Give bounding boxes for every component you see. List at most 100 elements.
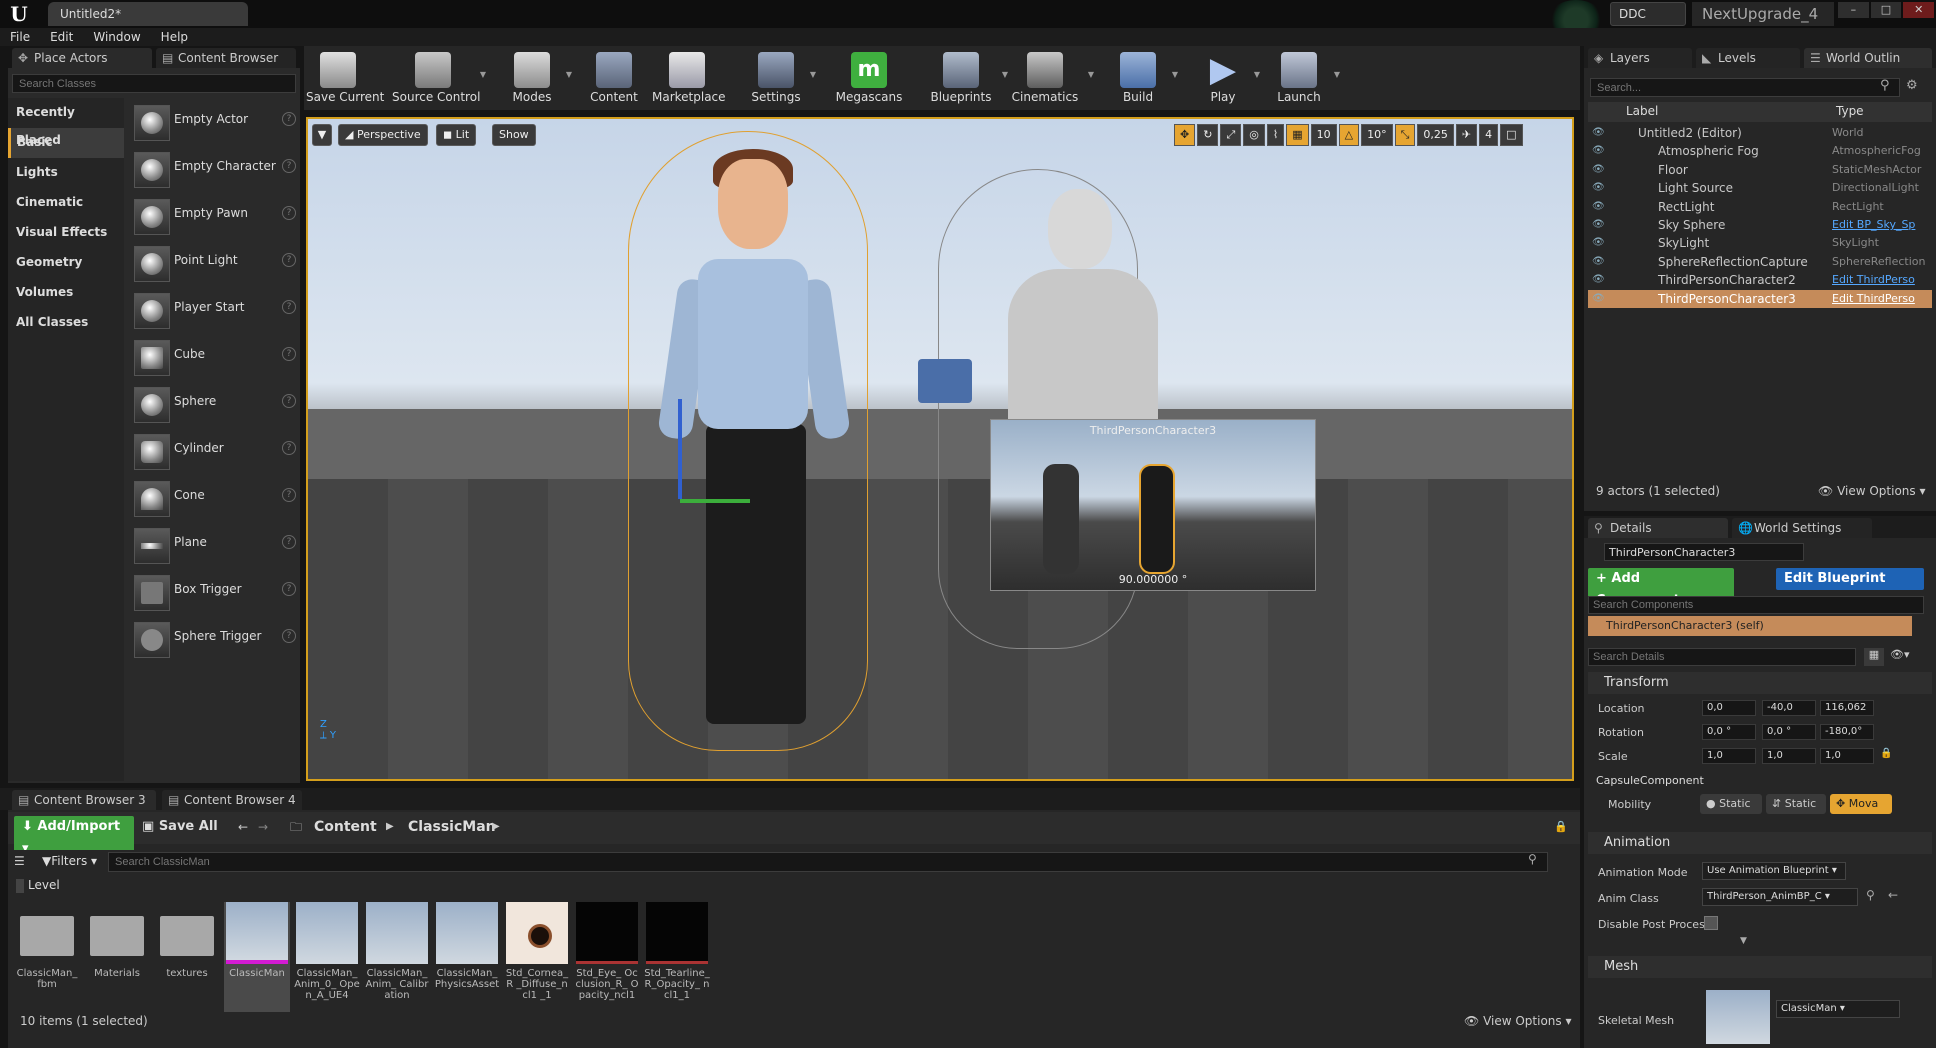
maximize-viewport-icon[interactable]: □: [1500, 124, 1523, 146]
mesh-section[interactable]: Mesh: [1588, 956, 1932, 978]
scale-snap-icon[interactable]: ⤡: [1394, 124, 1416, 146]
category-volumes[interactable]: Volumes: [8, 278, 124, 308]
asset-tile[interactable]: ClassicMan_ PhysicsAsset: [434, 902, 500, 1012]
visibility-eye-icon[interactable]: 👁: [1592, 290, 1605, 308]
actor-item[interactable]: Empty Pawn?: [124, 196, 300, 243]
camera-speed-value[interactable]: 4: [1479, 124, 1499, 146]
location-z[interactable]: 116,062: [1820, 700, 1874, 716]
settings-icon[interactable]: ⚙: [1906, 78, 1922, 97]
help-icon[interactable]: ?: [282, 394, 296, 408]
tab-world-outliner[interactable]: ☰ World Outlin: [1804, 48, 1932, 68]
dropdown-arrow-icon[interactable]: ▼: [810, 70, 816, 79]
dropdown-arrow-icon[interactable]: ▼: [1254, 70, 1260, 79]
tab-world-settings[interactable]: 🌐 World Settings: [1732, 518, 1872, 538]
help-icon[interactable]: ?: [282, 441, 296, 455]
visibility-eye-icon[interactable]: 👁: [1592, 179, 1605, 197]
world-local-icon[interactable]: ◎: [1243, 124, 1265, 146]
help-icon[interactable]: ?: [282, 159, 296, 173]
help-icon[interactable]: ?: [282, 629, 296, 643]
dropdown-arrow-icon[interactable]: ▼: [1334, 70, 1340, 79]
column-type[interactable]: Type: [1836, 104, 1864, 118]
visibility-eye-icon[interactable]: 👁: [1592, 124, 1605, 142]
camera-icon[interactable]: [918, 359, 972, 403]
actor-item[interactable]: Sphere?: [124, 384, 300, 431]
cinematics-button[interactable]: Cinematics ▼: [1008, 46, 1094, 110]
modes-button[interactable]: Modes ▼: [504, 46, 572, 110]
visibility-eye-icon[interactable]: 👁: [1592, 271, 1605, 289]
visibility-eye-icon[interactable]: 👁: [1592, 234, 1605, 252]
level-viewport[interactable]: ▼ ◢ Perspective ◼ Lit Show ✥ ↻ ⤢ ◎ ⌇ ▦ 1…: [306, 117, 1574, 781]
minimize-button[interactable]: –: [1838, 2, 1869, 18]
dropdown-arrow-icon[interactable]: ▼: [566, 70, 572, 79]
save-current-button[interactable]: Save Current: [306, 46, 384, 110]
skeletal-mesh-select[interactable]: ClassicMan ▾: [1776, 1000, 1900, 1018]
column-label[interactable]: Label: [1626, 104, 1658, 118]
browse-icon[interactable]: ⚲: [1866, 888, 1880, 906]
dropdown-arrow-icon[interactable]: ▼: [1088, 70, 1094, 79]
actor-item[interactable]: Box Trigger?: [124, 572, 300, 619]
translate-icon[interactable]: ✥: [1174, 124, 1196, 146]
mobility-stationary-button[interactable]: ⇵ Static: [1766, 794, 1826, 814]
category-cinematic[interactable]: Cinematic: [8, 188, 124, 218]
details-view-options-icon[interactable]: 👁▾: [1890, 648, 1920, 666]
outliner-row[interactable]: 👁 Sky Sphere Edit BP_Sky_Sp: [1588, 216, 1932, 234]
menu-window[interactable]: Window: [93, 28, 140, 46]
level-filter[interactable]: Level: [16, 878, 96, 898]
breadcrumb-classicman[interactable]: ClassicMan: [408, 816, 496, 838]
skeletal-mesh-thumbnail[interactable]: [1706, 990, 1770, 1044]
scale-x[interactable]: 1,0: [1702, 748, 1756, 764]
sources-toggle-icon[interactable]: ☰: [14, 854, 25, 868]
blueprints-button[interactable]: Blueprints ▼: [926, 46, 1008, 110]
grid-view-icon[interactable]: ▦: [1864, 648, 1884, 666]
close-button[interactable]: ✕: [1903, 2, 1935, 18]
forward-arrow-icon[interactable]: →: [258, 816, 274, 838]
mobility-static-button[interactable]: ● Static: [1700, 794, 1762, 814]
menu-edit[interactable]: Edit: [50, 28, 73, 46]
actor-item[interactable]: Empty Character?: [124, 149, 300, 196]
help-icon[interactable]: ?: [282, 347, 296, 361]
search-icon[interactable]: ⚲: [1880, 78, 1894, 97]
megascans-button[interactable]: m Megascans: [834, 46, 904, 110]
animation-mode-select[interactable]: Use Animation Blueprint ▾: [1702, 862, 1846, 880]
transform-section[interactable]: Transform: [1588, 672, 1932, 694]
asset-tile[interactable]: ClassicMan_ Anim_ Calibration: [364, 902, 430, 1012]
settings-button[interactable]: Settings ▼: [748, 46, 816, 110]
scale-z[interactable]: 1,0: [1820, 748, 1874, 764]
outliner-row[interactable]: 👁 RectLight RectLight: [1588, 198, 1932, 216]
rotation-snap-value[interactable]: 10°: [1361, 124, 1393, 146]
menu-file[interactable]: File: [10, 28, 30, 46]
actor-name-field[interactable]: ThirdPersonCharacter3: [1604, 543, 1804, 561]
edit-blueprint-link[interactable]: Edit ThirdPerso: [1832, 271, 1930, 289]
play-button[interactable]: ▶ Play ▼: [1198, 46, 1260, 110]
rotation-z[interactable]: -180,0°: [1820, 724, 1874, 740]
dropdown-arrow-icon[interactable]: ▼: [480, 70, 486, 79]
back-arrow-icon[interactable]: ←: [238, 816, 254, 838]
tab-content-browser[interactable]: ▤ Content Browser: [156, 48, 296, 68]
search-classes-input[interactable]: [12, 74, 296, 93]
content-button[interactable]: Content: [590, 46, 638, 110]
rotation-x[interactable]: 0,0 °: [1702, 724, 1756, 740]
actor-item[interactable]: Point Light?: [124, 243, 300, 290]
asset-tile[interactable]: Materials: [84, 902, 150, 1012]
content-search-input[interactable]: [108, 852, 1548, 872]
breadcrumb-content[interactable]: Content: [314, 816, 377, 838]
scale-label[interactable]: Scale: [1598, 750, 1628, 763]
help-icon[interactable]: ?: [282, 112, 296, 126]
asset-tile-selected[interactable]: ClassicMan: [224, 902, 290, 1012]
visibility-eye-icon[interactable]: 👁: [1592, 216, 1605, 234]
category-basic[interactable]: Basic: [8, 128, 124, 158]
category-visual-effects[interactable]: Visual Effects: [8, 218, 124, 248]
filters-button[interactable]: ▼Filters ▾: [42, 854, 97, 868]
component-self-row[interactable]: ThirdPersonCharacter3 (self): [1588, 616, 1912, 636]
actor-item[interactable]: Player Start?: [124, 290, 300, 337]
grid-snap-icon[interactable]: ▦: [1286, 124, 1309, 146]
help-icon[interactable]: ?: [282, 300, 296, 314]
category-lights[interactable]: Lights: [8, 158, 124, 188]
help-icon[interactable]: ?: [282, 535, 296, 549]
save-all-button[interactable]: ▣ Save All: [142, 816, 218, 838]
location-y[interactable]: -40,0: [1762, 700, 1816, 716]
maximize-button[interactable]: □: [1870, 2, 1902, 18]
lock-icon[interactable]: 🔒: [1880, 748, 1894, 764]
asset-tile[interactable]: textures: [154, 902, 220, 1012]
category-geometry[interactable]: Geometry: [8, 248, 124, 278]
